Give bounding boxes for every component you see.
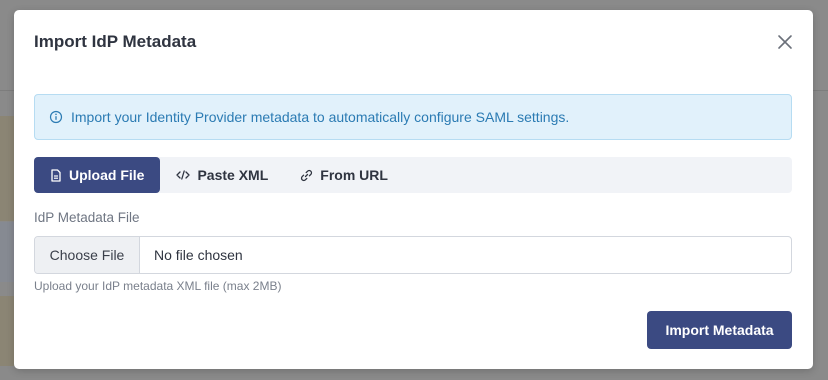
tab-label: Paste XML <box>197 167 269 183</box>
metadata-file-input[interactable]: Choose File No file chosen <box>34 236 792 274</box>
file-status-text: No file chosen <box>154 247 243 263</box>
alert-text: Import your Identity Provider metadata t… <box>71 109 570 125</box>
tab-upload-file[interactable]: Upload File <box>34 157 161 193</box>
tab-label: Upload File <box>69 167 145 183</box>
background-panel <box>0 296 14 366</box>
import-metadata-button[interactable]: Import Metadata <box>647 311 792 349</box>
background-panel <box>0 116 14 221</box>
tab-paste-xml[interactable]: Paste XML <box>160 157 284 193</box>
background-panel <box>0 222 14 282</box>
close-icon <box>778 35 792 49</box>
file-help-text: Upload your IdP metadata XML file (max 2… <box>34 279 282 293</box>
file-icon <box>51 168 61 182</box>
import-metadata-modal: Import IdP Metadata Import your Identity… <box>14 10 813 369</box>
modal-title: Import IdP Metadata <box>34 32 197 51</box>
tab-from-url[interactable]: From URL <box>284 157 404 193</box>
info-icon <box>49 110 63 124</box>
close-button[interactable] <box>775 32 795 52</box>
link-icon <box>301 169 313 181</box>
tab-label: From URL <box>320 167 388 183</box>
import-method-tabs: Upload File Paste XML From URL <box>34 157 792 193</box>
modal-header: Import IdP Metadata <box>14 10 813 74</box>
info-alert: Import your Identity Provider metadata t… <box>34 94 792 140</box>
choose-file-button[interactable]: Choose File <box>35 237 140 273</box>
code-icon <box>176 170 191 180</box>
metadata-file-label: IdP Metadata File <box>34 210 140 225</box>
